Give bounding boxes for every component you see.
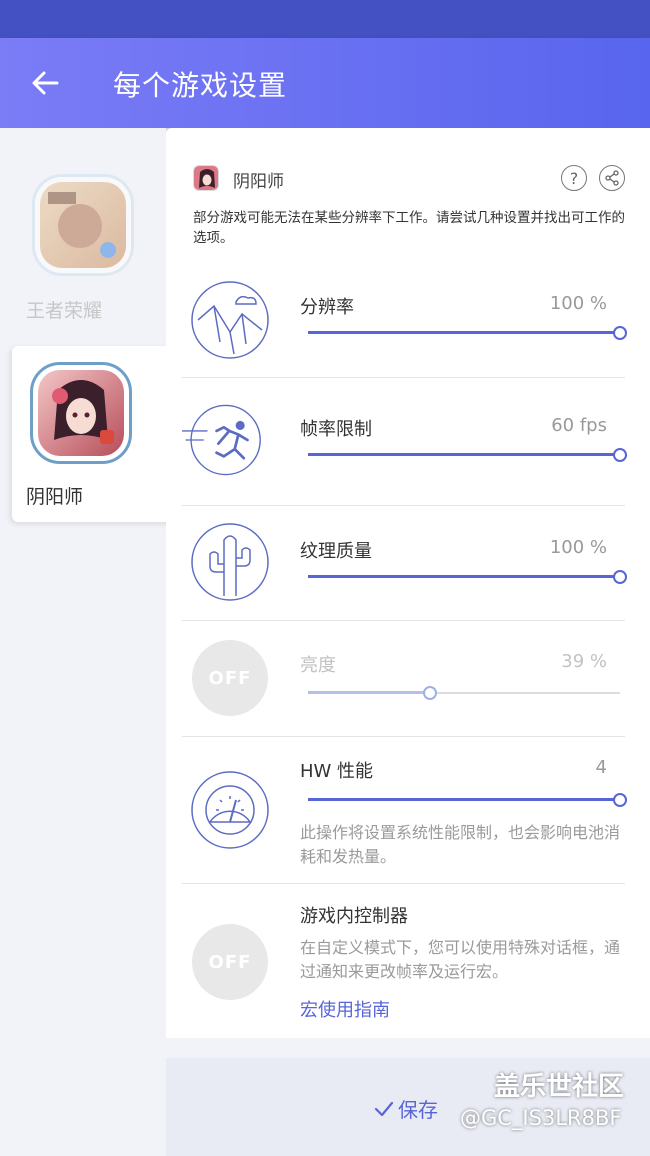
setting-value: 100 %: [549, 293, 607, 314]
hw-performance-slider[interactable]: [308, 793, 627, 807]
app-bar: 每个游戏设置: [0, 38, 650, 128]
setting-value: 60 fps: [551, 415, 607, 436]
slider-thumb[interactable]: [613, 570, 627, 584]
setting-description: 此操作将设置系统性能限制，也会影响电池消耗和发热量。: [300, 823, 621, 866]
setting-label: 帧率限制: [300, 419, 372, 440]
game-header-name: 阴阳师: [233, 172, 284, 192]
in-game-controller-row: OFF 游戏内控制器 在自定义模式下，您可以使用特殊对话框，通过通知来更改帧率及…: [182, 884, 625, 1034]
status-bar: [0, 0, 650, 38]
frame-rate-slider[interactable]: [308, 448, 627, 462]
game-tab-label: 阴阳师: [26, 486, 84, 508]
macro-guide-link[interactable]: 宏使用指南: [300, 996, 390, 1022]
slider-thumb[interactable]: [422, 686, 437, 700]
setting-value: 39 %: [561, 651, 607, 672]
frame-rate-row: 帧率限制 60 fps: [182, 378, 627, 504]
controller-toggle[interactable]: OFF: [192, 924, 268, 1000]
resolution-row: 分辨率 100 %: [182, 273, 627, 377]
game-tab-yys[interactable]: 阴阳师: [12, 346, 172, 522]
setting-label: 亮度: [300, 655, 336, 676]
save-label: 保存: [398, 1098, 438, 1122]
cactus-icon: [191, 523, 269, 601]
sun-off-icon: OFF: [208, 667, 252, 689]
back-button[interactable]: [22, 60, 68, 106]
question-circle-icon: ?: [569, 168, 579, 188]
game-tab-label: 王者荣耀: [26, 300, 103, 322]
brightness-row: OFF 亮度 39 %: [182, 621, 625, 735]
setting-label: 分辨率: [300, 297, 354, 318]
setting-label: 游戏内控制器: [300, 906, 408, 927]
game-header-icon: [193, 165, 219, 191]
share-icon: [605, 170, 619, 186]
watermark-title: 盖乐世社区: [494, 1072, 625, 1102]
help-button[interactable]: ?: [561, 165, 587, 191]
setting-label: 纹理质量: [300, 541, 372, 562]
running-man-icon: [182, 404, 261, 476]
setting-label: HW 性能: [300, 761, 374, 782]
setting-value: 4: [595, 757, 607, 778]
texture-slider[interactable]: [308, 570, 627, 584]
hw-performance-row: HW 性能 4 此操作将设置系统性能限制，也会影响电池消耗和发热量。: [182, 737, 627, 883]
slider-thumb[interactable]: [613, 326, 627, 340]
game-tab-wzry[interactable]: 王者荣耀: [0, 128, 166, 328]
brightness-slider[interactable]: [308, 686, 620, 700]
slider-thumb[interactable]: [613, 793, 627, 807]
brightness-toggle[interactable]: OFF: [192, 640, 268, 716]
watermark-user: @GC_IS3LR8BF: [460, 1106, 622, 1130]
share-button[interactable]: [599, 165, 625, 191]
settings-panel: 阴阳师 ? 部分游戏可能无法在某些分辨率下工作。请尝试几种设置并找出可工作的选项…: [166, 128, 650, 1038]
slider-thumb[interactable]: [613, 448, 627, 462]
game-list: 王者荣耀 阴阳师: [0, 128, 172, 1156]
checkmark-icon: [374, 1101, 394, 1116]
resolution-slider[interactable]: [308, 326, 627, 340]
game-icon: [30, 362, 132, 464]
save-button[interactable]: 保存: [374, 1094, 438, 1123]
page-title: 每个游戏设置: [113, 69, 288, 102]
speedometer-icon: [191, 771, 269, 849]
mountains-sun-icon: [191, 281, 269, 359]
texture-row: 纹理质量 100 %: [182, 506, 627, 620]
notice-text: 部分游戏可能无法在某些分辨率下工作。请尝试几种设置并找出可工作的选项。: [193, 210, 625, 246]
chat-bubble-off-icon: OFF: [208, 951, 252, 973]
game-icon: [32, 174, 134, 276]
setting-value: 100 %: [549, 537, 607, 558]
arrow-left-icon: [32, 71, 59, 95]
setting-description: 在自定义模式下，您可以使用特殊对话框，通过通知来更改帧率及运行宏。: [300, 938, 621, 981]
